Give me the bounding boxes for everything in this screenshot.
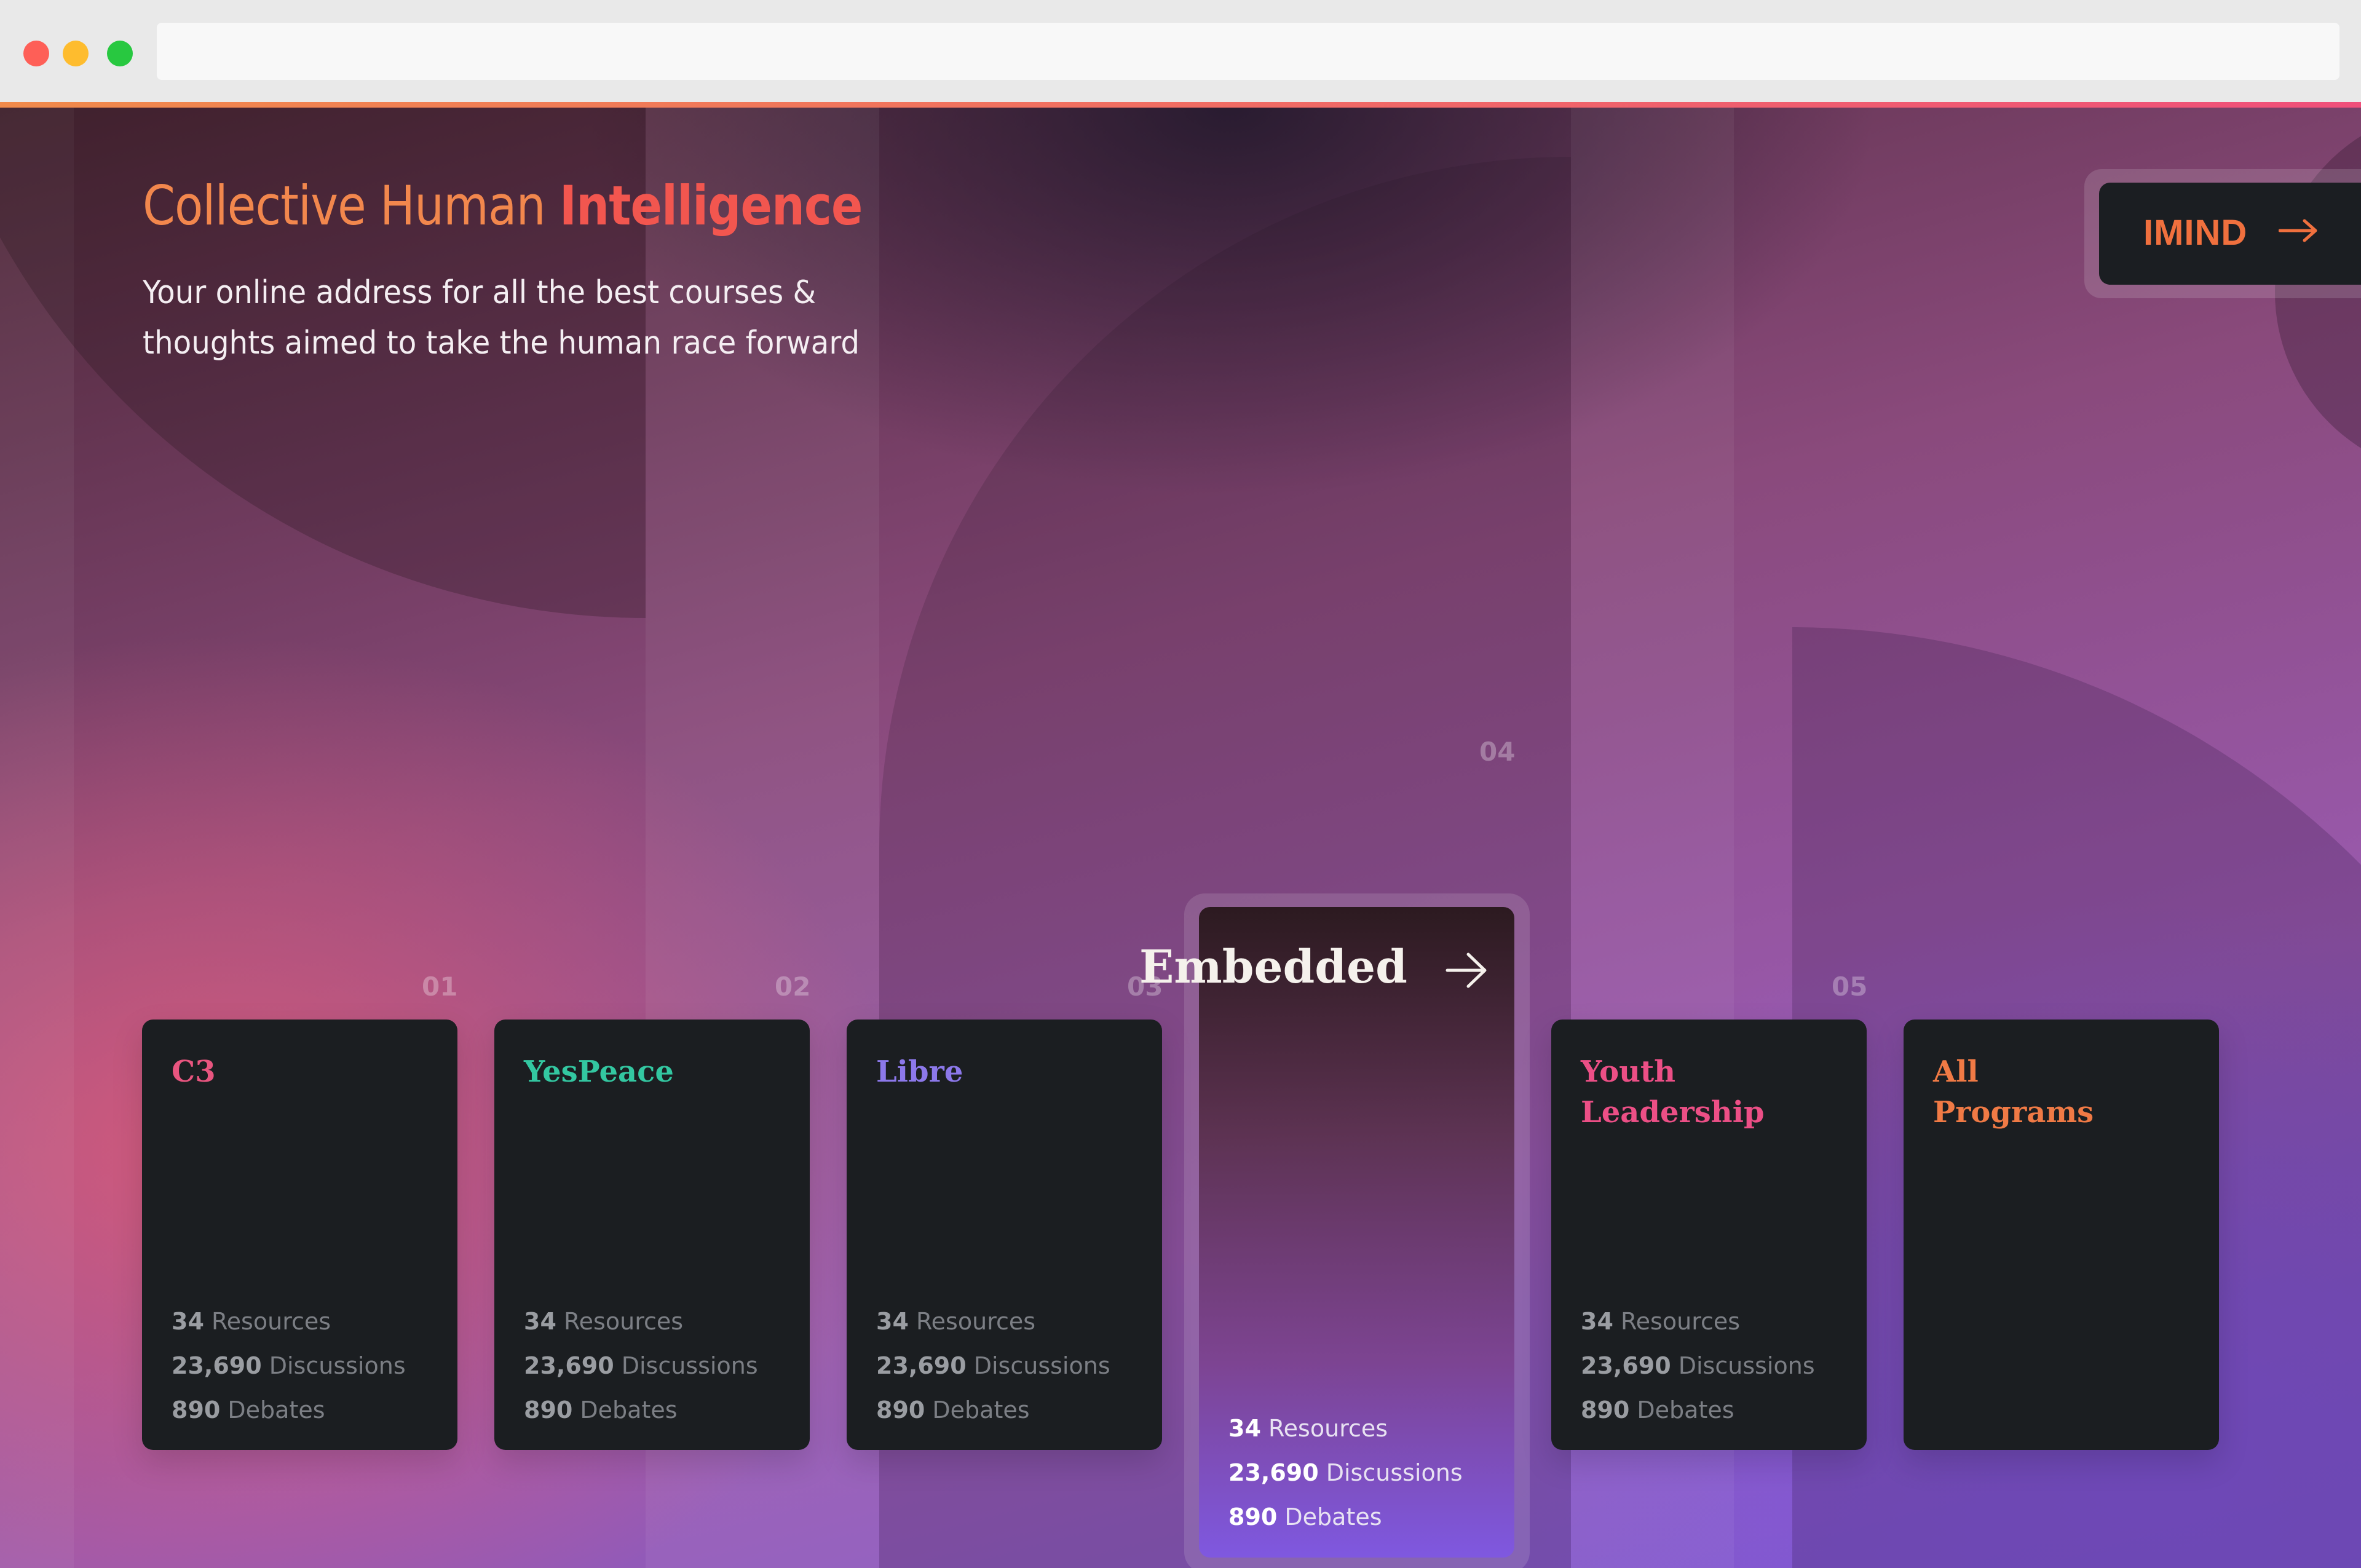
maximize-window-icon[interactable] xyxy=(107,41,133,66)
accent-divider xyxy=(0,102,2361,108)
program-name: Libre xyxy=(876,1055,963,1089)
program-card-youth-leadership[interactable]: Youth Leadership 34 Resources 23,690 Dis… xyxy=(1551,1020,1867,1450)
program-card-embedded[interactable]: 34 Resources 23,690 Discussions 890 Deba… xyxy=(1199,907,1514,1558)
minimize-window-icon[interactable] xyxy=(63,41,89,66)
discussions-count: 23,690 Discussions xyxy=(1581,1352,1815,1379)
program-name: All Programs xyxy=(1933,1055,2094,1130)
program-stats: 34 Resources 23,690 Discussions 890 Deba… xyxy=(876,1299,1110,1432)
program-number: 02 xyxy=(775,972,811,1002)
program-name: C3 xyxy=(172,1055,216,1089)
program-card-c3[interactable]: C3 34 Resources 23,690 Discussions 890 D… xyxy=(142,1020,457,1450)
title-word: Human xyxy=(380,174,546,237)
hero-section: Collective Human Intelligence Your onlin… xyxy=(0,108,2361,1568)
resources-count: 34 Resources xyxy=(876,1308,1036,1335)
title-word: Collective xyxy=(143,174,366,237)
debates-count: 890 Debates xyxy=(1228,1503,1382,1530)
debates-count: 890 Debates xyxy=(524,1396,678,1423)
arrow-right-icon xyxy=(2279,219,2317,242)
page-subtitle: Your online address for all the best cou… xyxy=(143,274,860,362)
program-number: 04 xyxy=(1479,737,1516,767)
debates-count: 890 Debates xyxy=(1581,1396,1734,1423)
arrow-right-icon[interactable] xyxy=(1445,951,1488,989)
debates-count: 890 Debates xyxy=(172,1396,325,1423)
program-stats: 34 Resources 23,690 Discussions 890 Deba… xyxy=(524,1299,758,1432)
resources-count: 34 Resources xyxy=(524,1308,684,1335)
program-name: Youth Leadership xyxy=(1581,1055,1765,1130)
program-name: YesPeace xyxy=(524,1055,674,1089)
program-stats: 34 Resources 23,690 Discussions 890 Deba… xyxy=(1228,1406,1463,1539)
resources-count: 34 Resources xyxy=(172,1308,331,1335)
discussions-count: 23,690 Discussions xyxy=(1228,1459,1463,1486)
browser-chrome xyxy=(0,0,2361,105)
program-number: 05 xyxy=(1832,972,1868,1002)
imind-button-label: IMIND xyxy=(2143,213,2248,253)
discussions-count: 23,690 Discussions xyxy=(524,1352,758,1379)
program-number: 01 xyxy=(422,972,458,1002)
program-card-libre[interactable]: Libre 34 Resources 23,690 Discussions 89… xyxy=(847,1020,1162,1450)
page-title: Collective Human Intelligence xyxy=(143,176,863,236)
discussions-count: 23,690 Discussions xyxy=(876,1352,1110,1379)
address-bar[interactable] xyxy=(157,23,2339,80)
resources-count: 34 Resources xyxy=(1581,1308,1741,1335)
active-program-title[interactable]: Embedded xyxy=(1139,941,1407,994)
program-stats: 34 Resources 23,690 Discussions 890 Deba… xyxy=(172,1299,406,1432)
resources-count: 34 Resources xyxy=(1228,1415,1388,1442)
program-stats: 34 Resources 23,690 Discussions 890 Deba… xyxy=(1581,1299,1815,1432)
debates-count: 890 Debates xyxy=(876,1396,1030,1423)
close-window-icon[interactable] xyxy=(23,41,49,66)
program-card-all-programs[interactable]: All Programs xyxy=(1904,1020,2219,1450)
program-card-yespeace[interactable]: YesPeace 34 Resources 23,690 Discussions… xyxy=(494,1020,810,1450)
discussions-count: 23,690 Discussions xyxy=(172,1352,406,1379)
title-word-highlight: Intelligence xyxy=(559,174,863,237)
